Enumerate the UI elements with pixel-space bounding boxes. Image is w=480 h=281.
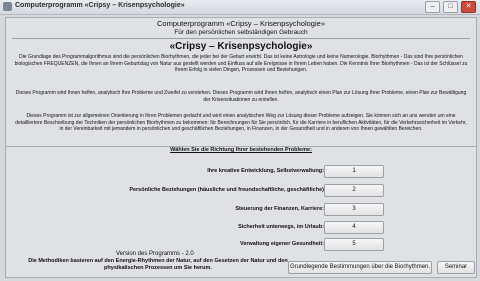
- option-button-1[interactable]: 1: [324, 165, 384, 178]
- maximize-icon[interactable]: □: [443, 1, 458, 13]
- option-label-3: Steuerung der Finanzen, Karriere:: [235, 206, 324, 212]
- methodology-note: Die Methodiken basieren auf den Energie-…: [28, 258, 288, 271]
- option-button-5[interactable]: 5: [324, 238, 384, 251]
- minimize-icon[interactable]: –: [425, 1, 440, 13]
- app-window: Computerprogramm «Cripsy – Krisenpsychol…: [0, 0, 480, 281]
- option-button-3[interactable]: 3: [324, 203, 384, 216]
- option-button-4[interactable]: 4: [324, 221, 384, 234]
- option-label-2: Persönliche Beziehungen (häusliche und f…: [129, 187, 324, 193]
- app-icon: [3, 2, 12, 11]
- program-title: Computerprogramm «Cripsy – Krisenpsychol…: [157, 19, 325, 28]
- main-title: «Cripsy – Krisenpsychologie»: [169, 41, 313, 52]
- selection-prompt: Wählen Sie die Richtung Ihrer bestehende…: [170, 147, 312, 153]
- selection-panel: Wählen Sie die Richtung Ihrer bestehende…: [5, 146, 477, 278]
- option-label-5: Verwaltung eigener Gesundheit:: [239, 241, 324, 247]
- option-label-4: Sicherheit unterwegs, im Urlaub:: [238, 224, 324, 230]
- close-icon[interactable]: ✕: [461, 1, 476, 13]
- window-title: Computerprogramm «Cripsy – Krisenpsychol…: [15, 2, 185, 9]
- option-label-1: Ihre kreative Entwicklung, Selbstverwalt…: [207, 168, 324, 174]
- description-paragraph-3: Dieses Programm ist zur allgemeinen Orie…: [15, 113, 467, 132]
- seminar-button[interactable]: Seminar: [437, 261, 475, 274]
- window-controls: – □ ✕: [425, 1, 476, 13]
- description-paragraph-2: Dieses Programm wird Ihnen helfen, analy…: [15, 90, 467, 103]
- divider: [12, 38, 470, 39]
- program-subtitle: Für den persönlichen selbständigen Gebra…: [174, 29, 308, 36]
- description-paragraph-1: Die Grundlage des Programmalgorithmus si…: [14, 54, 468, 73]
- biorhythm-basics-button[interactable]: Grundlegende Bestimmungen über die Biorh…: [288, 261, 432, 274]
- info-panel: Computerprogramm «Cripsy – Krisenpsychol…: [5, 17, 477, 147]
- title-bar: Computerprogramm «Cripsy – Krisenpsychol…: [0, 0, 480, 15]
- version-text: Version des Programms - 2.0: [116, 251, 194, 257]
- option-button-2[interactable]: 2: [324, 184, 384, 197]
